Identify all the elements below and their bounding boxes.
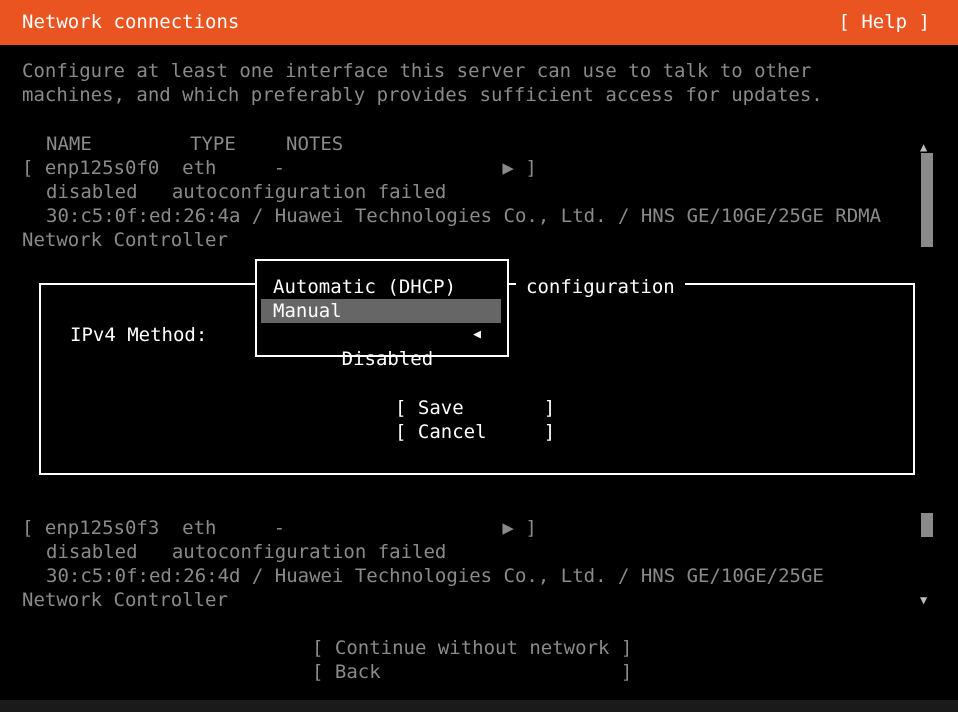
title-bar: Network connections [ Help ] — [0, 0, 958, 45]
interface-status: disabled autoconfiguration failed — [46, 181, 447, 203]
scrollbar-thumb[interactable] — [921, 513, 933, 537]
column-header-notes: NOTES — [286, 133, 344, 155]
save-button[interactable]: [ Save ] — [395, 396, 555, 420]
column-header-name: NAME — [46, 133, 92, 155]
option-automatic-dhcp[interactable]: Automatic (DHCP) — [273, 275, 501, 299]
option-disabled-label: Disabled — [341, 348, 434, 370]
interface-detail-cont: Network Controller — [22, 589, 228, 611]
page-title: Network connections — [22, 11, 240, 33]
interface-row-enp125s0f0[interactable]: [ enp125s0f0 eth - ▶ ] — [22, 156, 537, 180]
ipv4-method-label: IPv4 Method: — [70, 324, 208, 346]
interface-row-enp125s0f3[interactable]: [ enp125s0f3 eth - ▶ ] — [22, 516, 537, 540]
option-manual[interactable]: Manual — [261, 299, 501, 323]
continue-without-network-button[interactable]: [ Continue without network ] — [312, 636, 632, 660]
installer-screen: Network connections [ Help ] Configure a… — [0, 0, 958, 712]
cancel-button[interactable]: [ Cancel ] — [395, 420, 555, 444]
help-button[interactable]: [ Help ] — [838, 10, 930, 34]
intro-line-2: machines, and which preferably provides … — [22, 84, 823, 106]
back-button[interactable]: [ Back ] — [312, 660, 632, 684]
interface-detail: 30:c5:0f:ed:26:4d / Huawei Technologies … — [46, 565, 824, 587]
dialog-title: configuration — [516, 275, 685, 299]
option-disabled[interactable]: Disabled ◀ — [273, 323, 501, 370]
interface-status: disabled autoconfiguration failed — [46, 541, 447, 563]
bottom-bar — [0, 700, 958, 712]
ipv4-method-dropdown[interactable]: Automatic (DHCP) Manual Disabled ◀ — [255, 259, 509, 370]
scrollbar-thumb[interactable] — [921, 153, 933, 247]
intro-line-1: Configure at least one interface this se… — [22, 60, 812, 82]
interface-detail: 30:c5:0f:ed:26:4a / Huawei Technologies … — [46, 205, 882, 227]
interface-detail-cont: Network Controller — [22, 229, 228, 251]
current-value-marker-icon: ◀ — [473, 327, 481, 342]
scroll-down-icon[interactable]: ▼ — [920, 588, 927, 612]
column-header-type: TYPE — [190, 133, 236, 155]
